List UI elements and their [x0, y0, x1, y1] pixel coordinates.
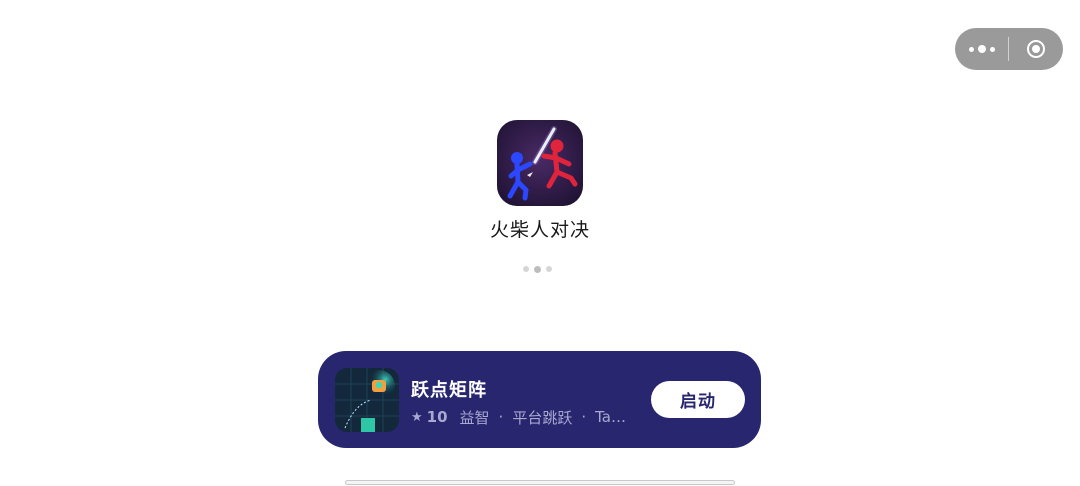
loading-dot: [534, 265, 541, 273]
mini-program-capsule: [955, 28, 1063, 70]
recommended-game-meta: ★ 10 益智 · 平台跳跃 · Ta…: [411, 407, 641, 427]
game-title: 火柴人对决: [489, 219, 590, 241]
stickman-duel-icon: [497, 120, 583, 206]
home-indicator[interactable]: [345, 480, 735, 485]
more-dots-icon: [968, 45, 995, 53]
loading-indicator: [523, 265, 552, 273]
rating-score: 10: [426, 408, 448, 426]
loading-dot: [546, 266, 552, 272]
recommended-game-card[interactable]: 跃点矩阵 ★ 10 益智 · 平台跳跃 · Ta… 启动: [318, 351, 761, 448]
robot-game-icon: [335, 368, 399, 432]
recommended-game-thumbnail: [335, 368, 399, 432]
tag: 益智: [459, 408, 490, 427]
tag: Ta…: [595, 408, 626, 426]
recommended-game-name: 跃点矩阵: [411, 380, 487, 401]
tag: 平台跳跃: [512, 408, 573, 427]
tag-separator: ·: [498, 408, 504, 426]
close-button[interactable]: [1009, 28, 1062, 70]
more-button[interactable]: [955, 28, 1008, 70]
launch-button[interactable]: 启动: [651, 381, 745, 418]
launch-screen: 火柴人对决 跃点矩阵 ★ 10 益智 · 平台跳跃 · Ta… 启动: [0, 0, 1080, 486]
target-close-icon: [1026, 40, 1045, 58]
star-icon: ★: [411, 409, 423, 425]
tag-separator: ·: [581, 408, 587, 426]
loading-dot: [523, 266, 529, 272]
game-app-icon: [497, 120, 583, 206]
